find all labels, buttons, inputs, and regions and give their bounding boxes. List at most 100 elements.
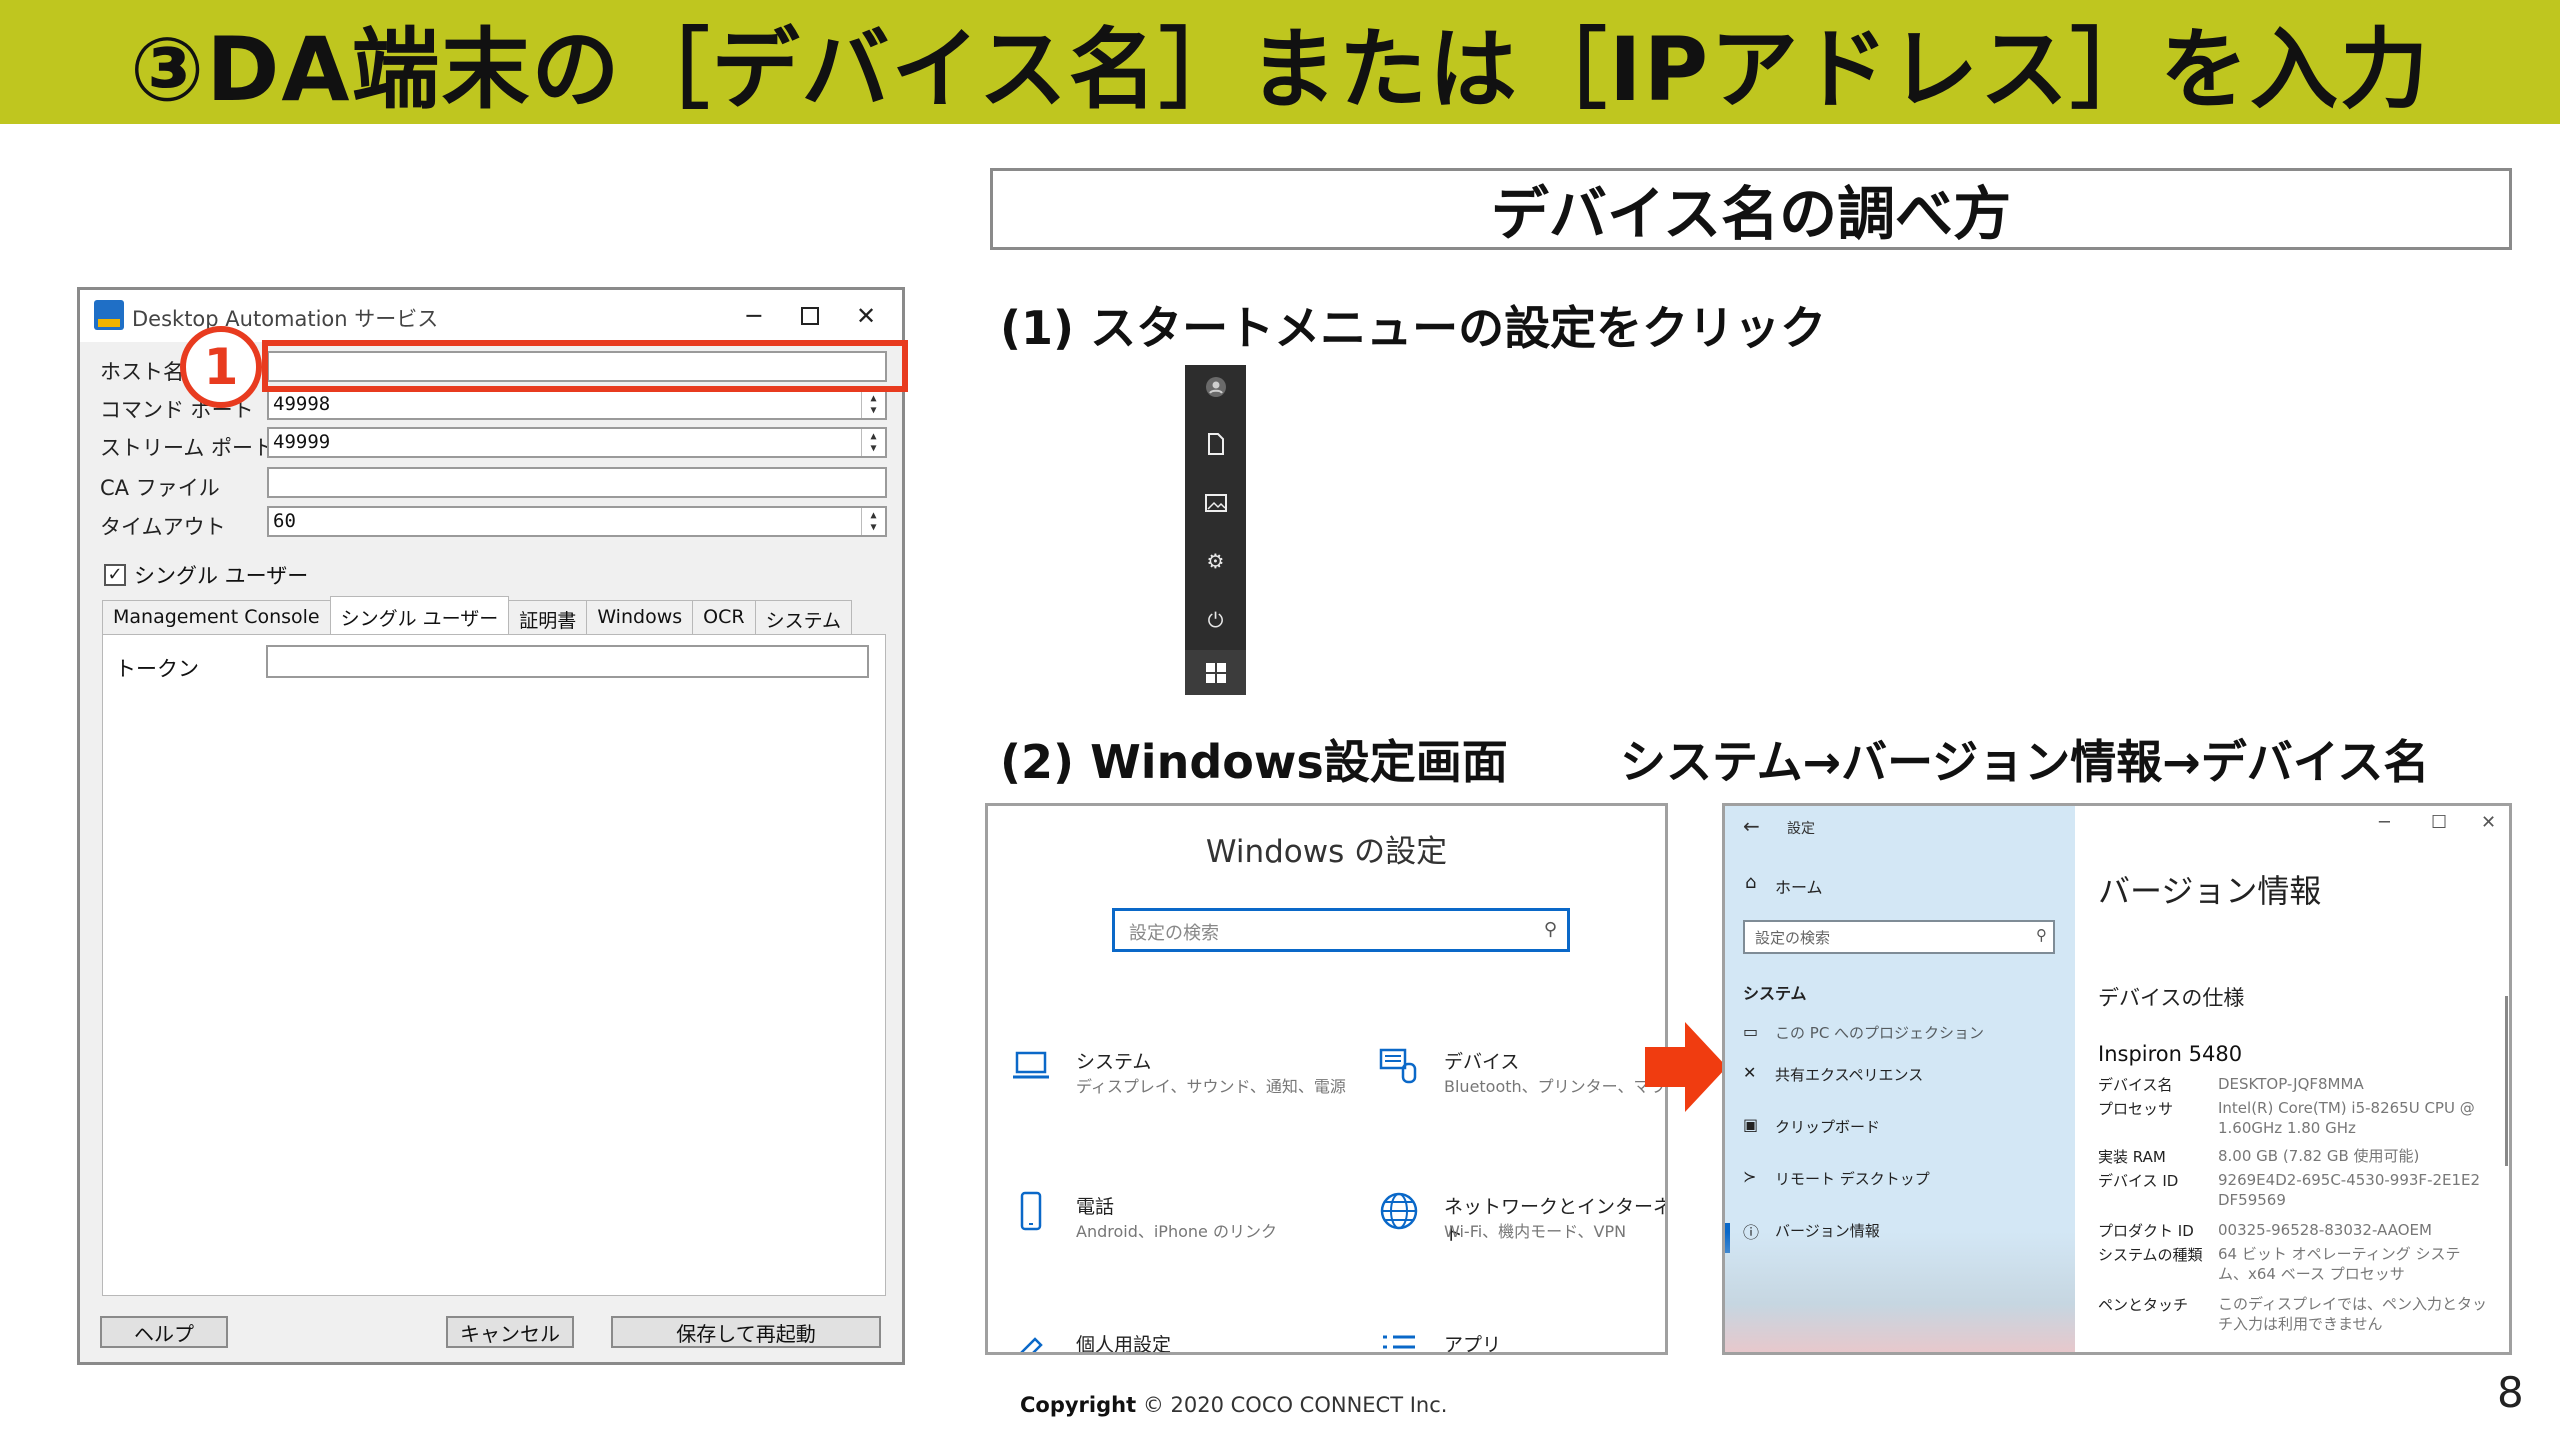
host-name-highlight [262, 340, 908, 392]
settings-search-input[interactable]: 設定の検索 ⚲ [1112, 908, 1570, 952]
settings-item-name: アプリ [1444, 1334, 1502, 1355]
spec-key-pen-touch: ペンとタッチ [2098, 1296, 2189, 1314]
host-name-label: ホスト名 [100, 360, 184, 384]
sidebar-item-shared-experiences[interactable]: 共有エクスペリエンス [1775, 1064, 1923, 1085]
tab-certificate[interactable]: 証明書 [508, 600, 588, 634]
maximize-icon[interactable]: ☐ [2431, 812, 2447, 833]
single-user-checkbox-label: シングル ユーザー [134, 564, 309, 588]
user-icon[interactable] [1185, 372, 1246, 402]
maximize-icon [801, 307, 819, 325]
settings-item-apps[interactable]: アプリ [1376, 1326, 1665, 1355]
close-button[interactable]: ✕ [838, 296, 894, 336]
settings-item-description: ディスプレイ、サウンド、通知、電源 [1076, 1077, 1346, 1096]
spec-key-system-type: システムの種類 [2098, 1246, 2203, 1264]
spec-key-processor: プロセッサ [2098, 1100, 2174, 1118]
app-icon [94, 300, 124, 330]
step1-caption: (1) スタートメニューの設定をクリック [1000, 301, 1827, 355]
help-button[interactable]: ヘルプ [100, 1316, 228, 1348]
stream-port-stepper[interactable]: ▲ ▼ [861, 429, 885, 456]
command-port-value: 49998 [273, 393, 331, 415]
minimize-icon[interactable]: ─ [2379, 812, 2390, 833]
sidebar-item-projection[interactable]: この PC へのプロジェクション [1775, 1022, 1984, 1043]
single-user-checkbox-row[interactable]: ✓ シングル ユーザー [104, 560, 308, 590]
settings-item-name: デバイス [1444, 1051, 1520, 1073]
settings-item-system[interactable]: システム ディスプレイ、サウンド、通知、電源 [1008, 1043, 1346, 1113]
save-and-restart-button[interactable]: 保存して再起動 [611, 1316, 881, 1348]
power-icon[interactable]: ⏻ [1185, 605, 1246, 635]
spec-value-system-type: 64 ビット オペレーティング システム、x64 ベース プロセッサ [2218, 1245, 2461, 1283]
projection-icon: ▭ [1743, 1022, 1759, 1041]
close-icon: ✕ [855, 302, 877, 330]
cancel-button[interactable]: キャンセル [446, 1316, 574, 1348]
start-menu-strip: ⚙ ⏻ [1185, 365, 1246, 695]
desktop-automation-dialog: Desktop Automation サービス ─ ✕ ホスト名 コマンド ポー… [77, 287, 905, 1365]
tab-management-console[interactable]: Management Console [102, 600, 331, 634]
globe-icon [1376, 1188, 1422, 1234]
single-user-tab-panel: トークン [102, 634, 886, 1296]
spec-value-device-name: DESKTOP-JQF8MMA [2218, 1075, 2364, 1093]
sidebar-item-remote-desktop[interactable]: リモート デスクトップ [1775, 1168, 1930, 1189]
copyright-label: Copyright [1020, 1393, 1137, 1417]
tab-ocr[interactable]: OCR [692, 600, 756, 634]
step2-caption: (2) Windows設定画面 [1000, 735, 1508, 789]
clipboard-icon: ▣ [1743, 1115, 1759, 1134]
settings-item-name: 電話 [1076, 1196, 1115, 1218]
page-number: 8 [2497, 1368, 2524, 1417]
settings-gear-icon[interactable]: ⚙ [1185, 546, 1246, 576]
about-page-title: バージョン情報 [2098, 872, 2322, 910]
token-input[interactable] [266, 645, 869, 678]
spec-value-pen-touch: このディスプレイでは、ペン入力とタッチ入力は利用できません [2218, 1295, 2487, 1333]
title-banner: ③DA端末の［デバイス名］または［IPアドレス］を入力 [0, 0, 2560, 124]
tab-system[interactable]: システム [754, 600, 853, 634]
timeout-stepper[interactable]: ▲ ▼ [861, 508, 885, 535]
close-icon[interactable]: ✕ [2481, 812, 2496, 833]
tab-single-user[interactable]: シングル ユーザー [329, 596, 510, 634]
home-nav-item[interactable]: ホーム [1775, 874, 1823, 898]
spin-down-icon: ▼ [870, 442, 877, 454]
sidebar-section-title: システム [1743, 984, 1807, 1003]
settings-item-phone[interactable]: 電話 Android、iPhone のリンク [1008, 1188, 1328, 1258]
token-label: トークン [115, 657, 199, 681]
minimize-icon: ─ [746, 302, 762, 330]
maximize-button[interactable] [782, 296, 838, 336]
search-icon: ⚲ [1543, 919, 1557, 940]
settings-item-personalization[interactable]: 個人用設定 [1008, 1326, 1328, 1355]
scrollbar[interactable] [2505, 996, 2508, 1166]
ca-file-input[interactable] [267, 467, 887, 498]
spec-key-device-id: デバイス ID [2098, 1172, 2179, 1190]
document-icon[interactable] [1185, 429, 1246, 459]
settings-item-devices[interactable]: デバイス Bluetooth、プリンター、マウス [1376, 1043, 1665, 1113]
remote-desktop-icon: ≻ [1743, 1167, 1757, 1186]
pictures-icon[interactable] [1185, 488, 1246, 518]
spec-key-ram: 実装 RAM [2098, 1148, 2166, 1166]
slide-title: ③DA端末の［デバイス名］または［IPアドレス］を入力 [129, 17, 2431, 121]
sidebar-search-input[interactable]: 設定の検索 ⚲ [1743, 920, 2055, 954]
settings-item-description: Android、iPhone のリンク [1076, 1222, 1277, 1241]
stream-port-input[interactable]: 49999 ▲ ▼ [267, 427, 887, 458]
section-heading: デバイス名の調べ方 [990, 168, 2512, 250]
command-port-input[interactable]: 49998 ▲ ▼ [267, 389, 887, 420]
copyright-notice: Copyright © 2020 COCO CONNECT Inc. [1020, 1393, 1447, 1417]
ca-file-label: CA ファイル [100, 476, 220, 500]
phone-icon [1008, 1188, 1054, 1234]
windows-settings-screenshot: Windows の設定 設定の検索 ⚲ システム ディスプレイ、サウンド、通知、… [985, 803, 1668, 1355]
tab-bar: Management Console シングル ユーザー 証明書 Windows… [102, 596, 853, 634]
minimize-button[interactable]: ─ [726, 296, 782, 336]
sidebar-search-placeholder: 設定の検索 [1755, 929, 1831, 947]
spec-value-processor: Intel(R) Core(TM) i5-8265U CPU @ 1.60GHz… [2218, 1099, 2475, 1137]
command-port-stepper[interactable]: ▲ ▼ [861, 391, 885, 418]
windows-start-button[interactable] [1185, 650, 1246, 695]
spin-up-icon: ▲ [870, 392, 877, 404]
tab-windows[interactable]: Windows [586, 600, 694, 634]
spin-up-icon: ▲ [870, 509, 877, 521]
keyboard-device-icon [1376, 1043, 1422, 1089]
settings-sidebar: ← 設定 ⌂ ホーム 設定の検索 ⚲ システム ▭ この PC へのプロジェクシ… [1725, 806, 2075, 1352]
settings-item-network[interactable]: ネットワークとインターネット Wi-Fi、機内モード、VPN [1376, 1188, 1665, 1258]
single-user-checkbox[interactable]: ✓ [104, 564, 126, 586]
shared-experience-icon: ✕ [1743, 1063, 1757, 1082]
red-arrow-icon [1645, 1022, 1727, 1112]
sidebar-item-clipboard[interactable]: クリップボード [1775, 1116, 1880, 1137]
timeout-input[interactable]: 60 ▲ ▼ [267, 506, 887, 537]
back-arrow-icon[interactable]: ← [1743, 814, 1760, 838]
settings-item-name: 個人用設定 [1076, 1334, 1172, 1355]
